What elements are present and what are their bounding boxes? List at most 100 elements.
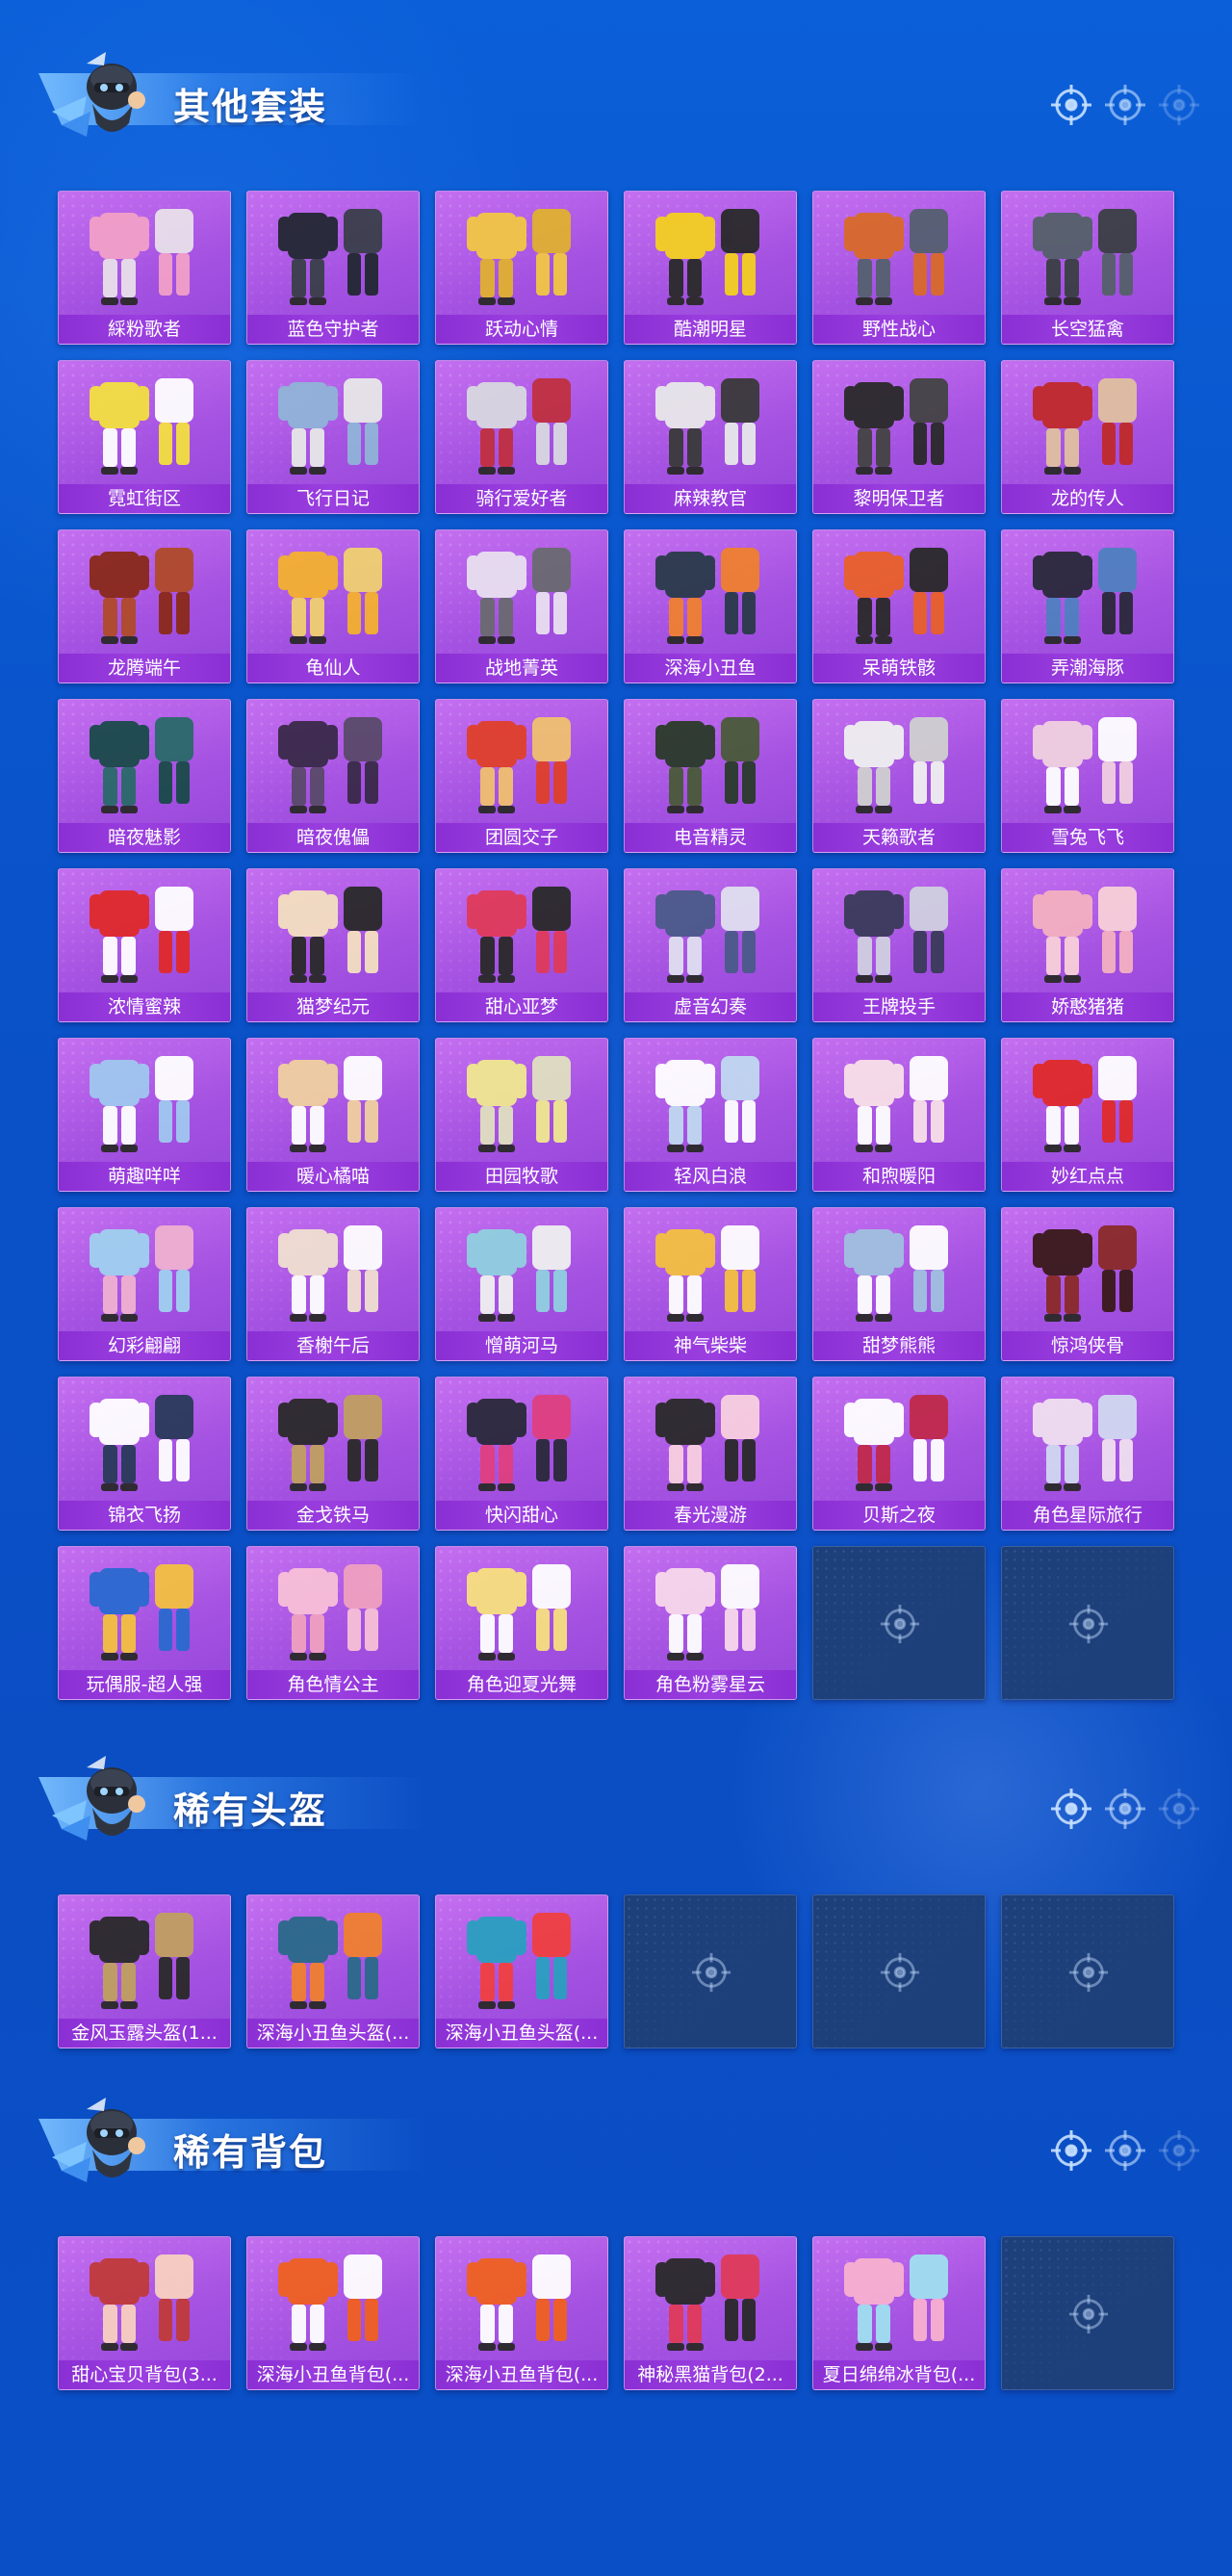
- item-card[interactable]: 快闪甜心: [435, 1377, 608, 1531]
- item-label: 王牌投手: [813, 992, 985, 1021]
- item-image: [1033, 1395, 1137, 1491]
- crosshair-icon: [1105, 1789, 1145, 1829]
- item-card[interactable]: 甜心亚梦: [435, 868, 608, 1022]
- item-card[interactable]: 神秘黑猫背包(2...: [624, 2236, 797, 2390]
- item-card[interactable]: 王牌投手: [812, 868, 986, 1022]
- item-grid: 甜心宝贝背包(3... 深海小丑鱼背包(... 深海小丑鱼背包(... 神秘黑猫…: [58, 2236, 1174, 2390]
- item-label: 田园牧歌: [436, 1162, 607, 1191]
- item-card[interactable]: 团圆交子: [435, 699, 608, 853]
- item-card[interactable]: 长空猛禽: [1001, 191, 1174, 345]
- item-card[interactable]: 蓝色守护者: [246, 191, 420, 345]
- section-title: 稀有头盔: [173, 1790, 328, 1832]
- item-card[interactable]: 妙红点点: [1001, 1038, 1174, 1192]
- item-card[interactable]: 野性战心: [812, 191, 986, 345]
- item-image: [90, 209, 193, 305]
- item-card[interactable]: 萌趣咩咩: [58, 1038, 231, 1192]
- item-label: 霓虹街区: [59, 484, 230, 513]
- item-card[interactable]: 飞行日记: [246, 360, 420, 514]
- item-label: 憎萌河马: [436, 1331, 607, 1360]
- item-image: [1033, 548, 1137, 644]
- item-card[interactable]: 金戈铁马: [246, 1377, 420, 1531]
- item-label: 甜心宝贝背包(3...: [59, 2360, 230, 2389]
- item-card[interactable]: 幻彩翩翩: [58, 1207, 231, 1361]
- item-label: 快闪甜心: [436, 1501, 607, 1530]
- item-card[interactable]: 酷潮明星: [624, 191, 797, 345]
- item-card[interactable]: 玩偶服-超人强: [58, 1546, 231, 1700]
- item-card[interactable]: 深海小丑鱼背包(...: [435, 2236, 608, 2390]
- item-card[interactable]: 骑行爱好者: [435, 360, 608, 514]
- item-card[interactable]: 天籁歌者: [812, 699, 986, 853]
- item-card[interactable]: 田园牧歌: [435, 1038, 608, 1192]
- item-label: 甜梦熊熊: [813, 1331, 985, 1360]
- item-card[interactable]: 战地菁英: [435, 529, 608, 683]
- item-card[interactable]: 惊鸿侠骨: [1001, 1207, 1174, 1361]
- item-image: [1033, 1225, 1137, 1322]
- item-image: [278, 548, 382, 644]
- item-card[interactable]: 麻辣教官: [624, 360, 797, 514]
- item-card[interactable]: 黎明保卫者: [812, 360, 986, 514]
- item-card[interactable]: 雪兔飞飞: [1001, 699, 1174, 853]
- item-label: 甜心亚梦: [436, 992, 607, 1021]
- item-card[interactable]: 呆萌铁骸: [812, 529, 986, 683]
- item-card[interactable]: 弄潮海豚: [1001, 529, 1174, 683]
- item-card[interactable]: 憎萌河马: [435, 1207, 608, 1361]
- item-label: 锦衣飞扬: [59, 1501, 230, 1530]
- item-card[interactable]: 暗夜傀儡: [246, 699, 420, 853]
- empty-slot-crosshair-icon: [1068, 1604, 1109, 1644]
- item-card[interactable]: 角色粉雾星云: [624, 1546, 797, 1700]
- item-card[interactable]: 綵粉歌者: [58, 191, 231, 345]
- item-card[interactable]: 深海小丑鱼头盔(...: [246, 1894, 420, 2048]
- item-card[interactable]: 春光漫游: [624, 1377, 797, 1531]
- item-card[interactable]: 角色星际旅行: [1001, 1377, 1174, 1531]
- item-image: [90, 1564, 193, 1661]
- item-card[interactable]: 香榭午后: [246, 1207, 420, 1361]
- item-card[interactable]: 暗夜魅影: [58, 699, 231, 853]
- empty-slot-crosshair-icon: [1068, 2294, 1109, 2334]
- item-card[interactable]: 夏日绵绵冰背包(...: [812, 2236, 986, 2390]
- item-image: [90, 1056, 193, 1152]
- item-label: 金风玉露头盔(1...: [59, 2019, 230, 2048]
- item-card[interactable]: 娇憨猪猪: [1001, 868, 1174, 1022]
- item-card[interactable]: 锦衣飞扬: [58, 1377, 231, 1531]
- item-card[interactable]: 跃动心情: [435, 191, 608, 345]
- item-card[interactable]: 角色情公主: [246, 1546, 420, 1700]
- item-card[interactable]: 猫梦纪元: [246, 868, 420, 1022]
- item-card[interactable]: 角色迎夏光舞: [435, 1546, 608, 1700]
- item-card[interactable]: 深海小丑鱼背包(...: [246, 2236, 420, 2390]
- item-card[interactable]: 深海小丑鱼: [624, 529, 797, 683]
- item-label: 蓝色守护者: [247, 315, 419, 344]
- item-image: [1033, 717, 1137, 813]
- empty-slot: [1001, 1546, 1174, 1700]
- item-card[interactable]: 龙的传人: [1001, 360, 1174, 514]
- item-card[interactable]: 神气柴柴: [624, 1207, 797, 1361]
- item-card[interactable]: 甜梦熊熊: [812, 1207, 986, 1361]
- item-card[interactable]: 龟仙人: [246, 529, 420, 683]
- item-card[interactable]: 浓情蜜辣: [58, 868, 231, 1022]
- item-image: [1033, 1056, 1137, 1152]
- item-card[interactable]: 电音精灵: [624, 699, 797, 853]
- item-card[interactable]: 轻风白浪: [624, 1038, 797, 1192]
- item-image: [90, 1225, 193, 1322]
- crosshair-icon: [1105, 2130, 1145, 2171]
- item-card[interactable]: 龙腾端午: [58, 529, 231, 683]
- item-card[interactable]: 贝斯之夜: [812, 1377, 986, 1531]
- item-card[interactable]: 深海小丑鱼头盔(...: [435, 1894, 608, 2048]
- item-image: [467, 1225, 571, 1322]
- item-image: [467, 1056, 571, 1152]
- item-card[interactable]: 甜心宝贝背包(3...: [58, 2236, 231, 2390]
- item-card[interactable]: 暖心橘喵: [246, 1038, 420, 1192]
- item-image: [655, 1056, 759, 1152]
- item-card[interactable]: 金风玉露头盔(1...: [58, 1894, 231, 2048]
- item-card[interactable]: 虚音幻奏: [624, 868, 797, 1022]
- item-label: 贝斯之夜: [813, 1501, 985, 1530]
- empty-slot: [812, 1546, 986, 1700]
- item-image: [655, 378, 759, 475]
- crosshair-decoration: [1049, 2128, 1203, 2173]
- item-image: [467, 887, 571, 983]
- item-image: [655, 1395, 759, 1491]
- item-card[interactable]: 和煦暖阳: [812, 1038, 986, 1192]
- item-image: [467, 2254, 571, 2351]
- empty-slot: [624, 1894, 797, 2048]
- item-label: 暗夜魅影: [59, 823, 230, 852]
- item-card[interactable]: 霓虹街区: [58, 360, 231, 514]
